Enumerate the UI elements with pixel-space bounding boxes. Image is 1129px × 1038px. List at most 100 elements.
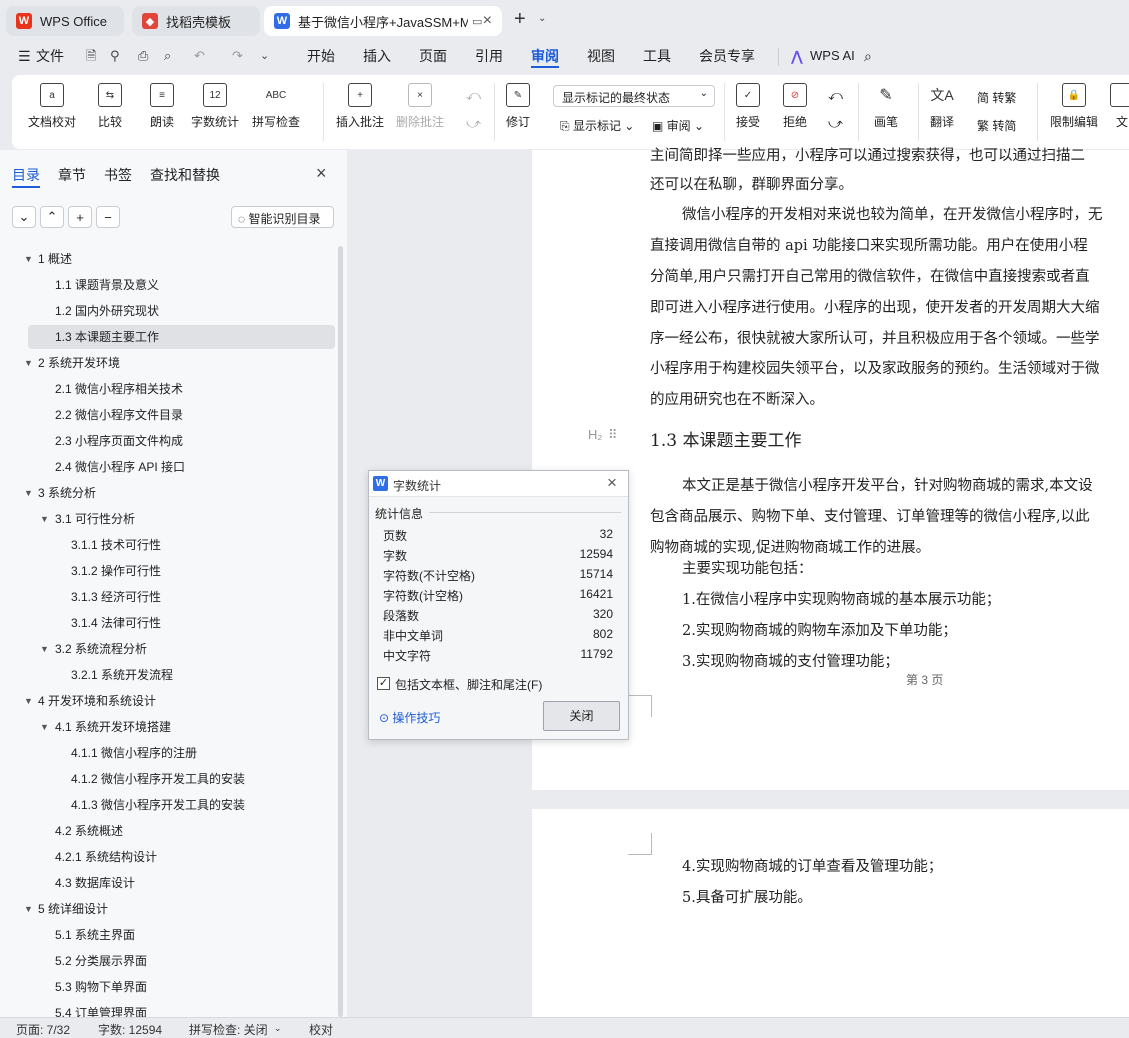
toc-item[interactable]: 2.3 小程序页面文件构成 bbox=[0, 429, 335, 453]
tab-sections[interactable]: 章节 bbox=[58, 165, 86, 185]
collapse-arrow-icon[interactable]: ▼ bbox=[24, 351, 33, 375]
smart-toc-button[interactable]: ◌ 智能识别目录 bbox=[231, 206, 334, 228]
toc-item[interactable]: 3.1.3 经济可行性 bbox=[0, 585, 335, 609]
close-button[interactable]: 关闭 bbox=[543, 701, 620, 731]
markup-state-select[interactable]: 显示标记的最终状态 ⌄ bbox=[553, 85, 715, 107]
more-chevron-icon[interactable]: ⌄ bbox=[260, 46, 269, 68]
toc-item[interactable]: 5.2 分类展示界面 bbox=[0, 949, 335, 973]
page-status[interactable]: 页面: 7/32 bbox=[16, 1021, 70, 1038]
share-icon[interactable]: ⚲ bbox=[110, 46, 120, 68]
to-simplified-button[interactable]: 繁 转简 bbox=[977, 117, 1016, 134]
revise-button[interactable]: ✎ 修订 bbox=[506, 83, 530, 130]
toc-item[interactable]: 4.1.3 微信小程序开发工具的安装 bbox=[0, 793, 335, 817]
reject-button[interactable]: ⊘ 拒绝 bbox=[783, 83, 807, 130]
toc-item[interactable]: 4.2 系统概述 bbox=[0, 819, 335, 843]
menu-wps-ai[interactable]: WPS AI bbox=[810, 46, 855, 68]
menu-member[interactable]: 会员专享 bbox=[699, 46, 755, 68]
spell-check-button[interactable]: ABC 拼写检查 bbox=[252, 83, 300, 130]
toc-item[interactable]: 4.3 数据库设计 bbox=[0, 871, 335, 895]
menu-start[interactable]: 开始 bbox=[307, 46, 335, 68]
collapse-arrow-icon[interactable]: ▼ bbox=[24, 247, 33, 271]
toc-item[interactable]: 4.1.2 微信小程序开发工具的安装 bbox=[0, 767, 335, 791]
tab-toc[interactable]: 目录 bbox=[12, 165, 40, 185]
doc-check-button[interactable]: a 文档校对 bbox=[28, 83, 76, 130]
print-preview-icon[interactable]: ⌕ bbox=[164, 46, 171, 68]
toc-item[interactable]: ▼ 4.1 系统开发环境搭建 bbox=[0, 715, 335, 739]
toc-item[interactable]: 2.2 微信小程序文件目录 bbox=[0, 403, 335, 427]
toc-item[interactable]: ▼ 3 系统分析 bbox=[0, 481, 335, 505]
add-heading-button[interactable]: + bbox=[68, 206, 92, 228]
print-icon[interactable]: ⎙ bbox=[138, 46, 148, 68]
toc-item[interactable]: 3.2.1 系统开发流程 bbox=[0, 663, 335, 687]
hamburger-icon[interactable]: ☰ bbox=[18, 46, 31, 68]
toc-item[interactable]: ▼ 1 概述 bbox=[0, 247, 335, 271]
toc-item[interactable]: 1.2 国内外研究现状 bbox=[0, 299, 335, 323]
restrict-edit-button[interactable]: 🔒 限制编辑 bbox=[1050, 83, 1098, 130]
accept-button[interactable]: ✓ 接受 bbox=[736, 83, 760, 130]
close-pane-icon[interactable]: × bbox=[316, 163, 327, 184]
toc-item[interactable]: ▼ 3.2 系统流程分析 bbox=[0, 637, 335, 661]
tab-wps-office[interactable]: W WPS Office bbox=[6, 6, 124, 36]
toc-item[interactable]: 5.3 购物下单界面 bbox=[0, 975, 335, 999]
collapse-arrow-icon[interactable]: ▼ bbox=[40, 507, 49, 531]
toc-scrollbar[interactable] bbox=[338, 246, 343, 1017]
menu-review[interactable]: 审阅 bbox=[531, 46, 559, 68]
drag-handle-icon[interactable]: ⠿ bbox=[608, 427, 618, 443]
to-traditional-button[interactable]: 简 转繁 bbox=[977, 89, 1016, 106]
translate-button[interactable]: 文A 翻译 bbox=[930, 83, 954, 130]
chevron-down-icon[interactable]: ⌄ bbox=[274, 1023, 282, 1034]
undo-icon[interactable]: ↶ bbox=[194, 46, 205, 68]
remove-heading-button[interactable]: − bbox=[96, 206, 120, 228]
menu-file[interactable]: 文件 bbox=[36, 46, 64, 68]
toc-item[interactable]: 1.1 课题背景及意义 bbox=[0, 273, 335, 297]
search-icon[interactable]: ⌕ bbox=[864, 46, 872, 68]
tips-link[interactable]: ⊙ 操作技巧 bbox=[379, 709, 440, 726]
document-page-4[interactable]: 4.实现购物商城的订单查看及管理功能； 5.具备可扩展功能。 bbox=[532, 809, 1129, 1017]
collapse-arrow-icon[interactable]: ▼ bbox=[40, 637, 49, 661]
compare-button[interactable]: ⇆ 比较 bbox=[98, 83, 122, 130]
dialog-close-icon[interactable]: × bbox=[607, 473, 617, 493]
toc-item[interactable]: 4.2.1 系统结构设计 bbox=[0, 845, 335, 869]
toc-item[interactable]: ▼ 4 开发环境和系统设计 bbox=[0, 689, 335, 713]
word-count-button[interactable]: 12 字数统计 bbox=[191, 83, 239, 130]
delete-comment-button[interactable]: × 删除批注 bbox=[396, 83, 444, 130]
toc-item[interactable]: 2.4 微信小程序 API 接口 bbox=[0, 455, 335, 479]
toc-item[interactable]: 5.1 系统主界面 bbox=[0, 923, 335, 947]
next-change-icon[interactable]: ⤻ bbox=[828, 115, 843, 132]
menu-reference[interactable]: 引用 bbox=[475, 46, 503, 68]
proof-status[interactable]: 校对 bbox=[309, 1021, 333, 1038]
toc-item[interactable]: 1.3 本课题主要工作 bbox=[0, 325, 335, 349]
tab-find-replace[interactable]: 查找和替换 bbox=[150, 165, 220, 185]
menu-tools[interactable]: 工具 bbox=[643, 46, 671, 68]
close-tab-icon[interactable]: × bbox=[483, 12, 492, 30]
tab-daoke-templates[interactable]: ◆ 找稻壳模板 bbox=[132, 6, 260, 36]
toc-item[interactable]: ▼ 2 系统开发环境 bbox=[0, 351, 335, 375]
doc-more-button[interactable]: 文 bbox=[1110, 83, 1129, 130]
insert-comment-button[interactable]: + 插入批注 bbox=[336, 83, 384, 130]
collapse-arrow-icon[interactable]: ▼ bbox=[24, 897, 33, 921]
menu-insert[interactable]: 插入 bbox=[363, 46, 391, 68]
next-comment-icon[interactable]: ⤻ bbox=[466, 115, 481, 132]
tab-bookmarks[interactable]: 书签 bbox=[104, 165, 132, 185]
show-markup-button[interactable]: ⎘ 显示标记 ⌄ bbox=[560, 117, 634, 134]
toc-item[interactable]: 3.1.2 操作可行性 bbox=[0, 559, 335, 583]
prev-change-icon[interactable]: ⤺ bbox=[828, 87, 843, 104]
save-icon[interactable]: 🗎 bbox=[86, 46, 96, 68]
include-textbox-checkbox[interactable]: ✓ bbox=[377, 677, 390, 690]
pen-button[interactable]: ✎ 画笔 bbox=[874, 83, 898, 130]
collapse-up-button[interactable]: ⌃ bbox=[40, 206, 64, 228]
spell-check-status[interactable]: 拼写检查: 关闭 bbox=[189, 1021, 268, 1038]
new-tab-button[interactable]: + bbox=[514, 8, 526, 31]
dialog-titlebar[interactable]: W 字数统计 × bbox=[369, 471, 628, 497]
collapse-arrow-icon[interactable]: ▼ bbox=[40, 715, 49, 739]
toc-item[interactable]: 3.1.1 技术可行性 bbox=[0, 533, 335, 557]
collapse-arrow-icon[interactable]: ▼ bbox=[24, 481, 33, 505]
redo-icon[interactable]: ↷ bbox=[232, 46, 243, 68]
toc-item[interactable]: 4.1.1 微信小程序的注册 bbox=[0, 741, 335, 765]
tab-list-chevron-icon[interactable]: ⌄ bbox=[538, 13, 546, 24]
toc-item[interactable]: ▼ 3.1 可行性分析 bbox=[0, 507, 335, 531]
prev-comment-icon[interactable]: ⤺ bbox=[466, 87, 481, 104]
expand-down-button[interactable]: ⌄ bbox=[12, 206, 36, 228]
menu-page[interactable]: 页面 bbox=[419, 46, 447, 68]
read-aloud-button[interactable]: ≡ 朗读 bbox=[150, 83, 174, 130]
